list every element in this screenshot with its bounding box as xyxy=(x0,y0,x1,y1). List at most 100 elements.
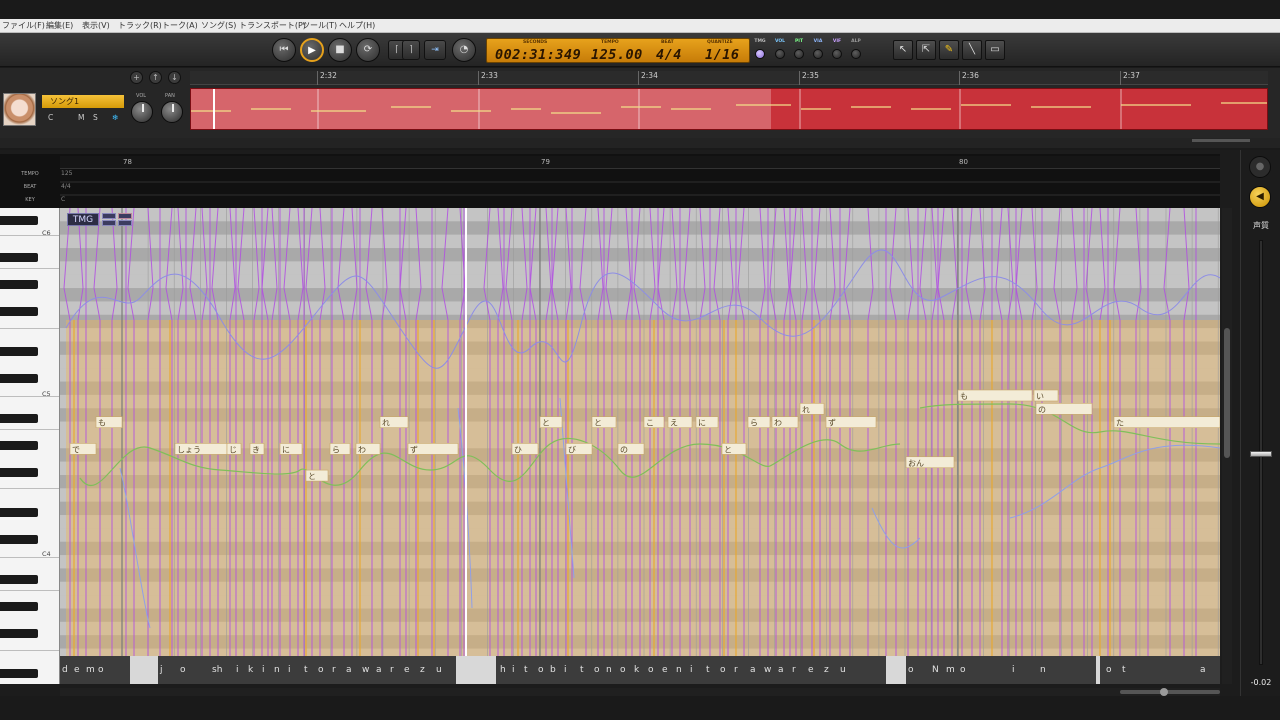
piano-key-divider xyxy=(0,488,59,489)
tmg-chip-mini xyxy=(118,220,132,226)
track-name[interactable]: ソング1 xyxy=(42,95,124,108)
piano-black-key[interactable] xyxy=(0,669,38,678)
horizontal-zoom-knob[interactable] xyxy=(1160,688,1168,696)
eraser-tool[interactable]: ▭ xyxy=(985,40,1005,60)
vertical-scrollbar[interactable] xyxy=(1222,208,1232,684)
loop-end-button[interactable]: ⌉ xyxy=(402,40,420,60)
toggle-alp[interactable]: ALP xyxy=(848,39,864,59)
track-zoom-slider[interactable] xyxy=(1192,139,1250,142)
freeze-icon[interactable]: ❄ xyxy=(112,113,118,122)
phoneme-label: o xyxy=(594,665,600,675)
piano-black-key[interactable] xyxy=(0,347,38,356)
menu-help[interactable]: ヘルプ(H) xyxy=(339,20,375,31)
pan-knob[interactable] xyxy=(161,101,183,123)
tempo-label: TEMPO xyxy=(601,40,619,45)
note[interactable] xyxy=(957,389,1033,402)
add-track-button[interactable]: + xyxy=(130,71,143,84)
stop-button[interactable]: ■ xyxy=(328,38,352,62)
piano-key-divider xyxy=(0,590,59,591)
speaker-button[interactable]: ◀ xyxy=(1249,186,1271,208)
horizontal-scroll-thumb[interactable] xyxy=(1120,690,1220,694)
mute-button[interactable]: M xyxy=(78,113,84,122)
toggle-pit[interactable]: PIT xyxy=(791,39,807,59)
move-track-up-button[interactable]: ↑ xyxy=(149,71,162,84)
toggle-via-knob[interactable] xyxy=(813,49,823,59)
overview-playhead[interactable] xyxy=(213,89,215,129)
piano-black-key[interactable] xyxy=(0,216,38,225)
beat-value[interactable]: 4/4 xyxy=(656,47,682,63)
follow-button[interactable]: ⇥ xyxy=(424,40,446,60)
toggle-via[interactable]: VIA xyxy=(810,39,826,59)
piano-black-key[interactable] xyxy=(0,508,38,517)
overview-ruler[interactable]: 2:32 2:33 2:34 2:35 2:36 2:37 xyxy=(190,71,1268,85)
menu-song[interactable]: ソング(S) xyxy=(201,20,236,31)
piano-key-divider xyxy=(0,268,59,269)
menu-view[interactable]: 表示(V) xyxy=(82,20,110,31)
track-scrollbar[interactable] xyxy=(0,138,1280,148)
piano-black-key[interactable] xyxy=(0,307,38,316)
tmg-mode-chip[interactable]: TMG xyxy=(67,213,133,227)
piano-black-key[interactable] xyxy=(0,414,38,423)
phoneme-bar[interactable]: d e m o j o sh i k i n i t o r a w a r e z u h i t o b i t o n o k o e n i t o… xyxy=(60,656,1220,684)
toggle-tmg[interactable]: TMG xyxy=(752,39,768,59)
menu-edit[interactable]: 編集(E) xyxy=(46,20,73,31)
toggle-tmg-knob[interactable] xyxy=(755,49,765,59)
loop-button[interactable]: ⟳ xyxy=(356,38,380,62)
piano-black-key[interactable] xyxy=(0,280,38,289)
phoneme-label: k xyxy=(634,665,640,675)
volume-knob[interactable] xyxy=(131,101,153,123)
play-button[interactable]: ▶ xyxy=(300,38,324,62)
note-lyric: に xyxy=(282,445,290,454)
piano-black-key[interactable] xyxy=(0,629,38,638)
metronome-knob[interactable]: ◔ xyxy=(452,38,476,62)
toggle-vol[interactable]: VOL xyxy=(772,39,788,59)
piano-roll[interactable]: でもしょうじきにとらわれずひとびとのこえにとらわれずおんもいのた TMG xyxy=(60,208,1220,684)
menu-file[interactable]: ファイル(F) xyxy=(2,20,45,31)
transport-toolbar: ⏮ ▶ ■ ⟳ ⌈ ⌉ ⇥ ◔ SECONDS 002:31:349 TEMPO… xyxy=(0,33,1280,67)
voice-quality-value[interactable]: -0.02 xyxy=(1241,678,1280,687)
select-tool[interactable]: ↖ xyxy=(893,40,913,60)
time-tick: 2:32 xyxy=(317,71,337,85)
piano-black-key[interactable] xyxy=(0,441,38,450)
note-lyric: た xyxy=(1116,419,1124,428)
solo-button[interactable]: S xyxy=(93,113,98,122)
piano-keyboard[interactable]: C6 C5 C4 xyxy=(0,208,60,684)
piano-black-key[interactable] xyxy=(0,535,38,544)
track-mode-button[interactable]: C xyxy=(48,113,53,122)
toggle-pit-knob[interactable] xyxy=(794,49,804,59)
menu-transport[interactable]: トランスポート(P) xyxy=(239,20,306,31)
rewind-button[interactable]: ⏮ xyxy=(272,38,296,62)
piano-roll-canvas[interactable]: でもしょうじきにとら われず ひとびとのこえにとら われずおんも いのた xyxy=(60,208,1220,684)
pencil-tool[interactable]: ✎ xyxy=(939,40,959,60)
piano-black-key[interactable] xyxy=(0,253,38,262)
song-clip[interactable] xyxy=(190,88,1268,130)
line-tool[interactable]: ╲ xyxy=(962,40,982,60)
toggle-alp-knob[interactable] xyxy=(851,49,861,59)
quantize-value[interactable]: 1/16 xyxy=(705,47,740,63)
note-lyric: れ xyxy=(802,405,810,414)
range-tool[interactable]: ⇱ xyxy=(916,40,936,60)
piano-black-key[interactable] xyxy=(0,575,38,584)
move-track-down-button[interactable]: ↓ xyxy=(168,71,181,84)
toggle-vol-knob[interactable] xyxy=(775,49,785,59)
piano-black-key[interactable] xyxy=(0,374,38,383)
beat-lane-label: BEAT xyxy=(23,184,37,190)
phoneme-segment[interactable] xyxy=(60,656,130,684)
param-toggle-button[interactable]: ● xyxy=(1249,156,1271,178)
note-timing-region xyxy=(66,320,1220,656)
phoneme-label: t xyxy=(580,665,584,675)
voice-quality-slider-thumb[interactable] xyxy=(1250,451,1272,457)
menu-tools[interactable]: ツール(T) xyxy=(302,20,337,31)
toggle-vif-knob[interactable] xyxy=(832,49,842,59)
note[interactable] xyxy=(1113,416,1220,428)
phoneme-label: k xyxy=(248,665,254,675)
piano-black-key[interactable] xyxy=(0,468,38,477)
piano-black-key[interactable] xyxy=(0,602,38,611)
vertical-scroll-thumb[interactable] xyxy=(1224,328,1230,458)
tempo-value[interactable]: 125.00 xyxy=(591,47,643,63)
menu-talk[interactable]: トーク(A) xyxy=(162,20,198,31)
menu-track[interactable]: トラック(R) xyxy=(118,20,162,31)
singer-avatar[interactable] xyxy=(3,93,36,126)
toggle-vif[interactable]: VIF xyxy=(829,39,845,59)
horizontal-scrollbar[interactable] xyxy=(60,688,1220,696)
